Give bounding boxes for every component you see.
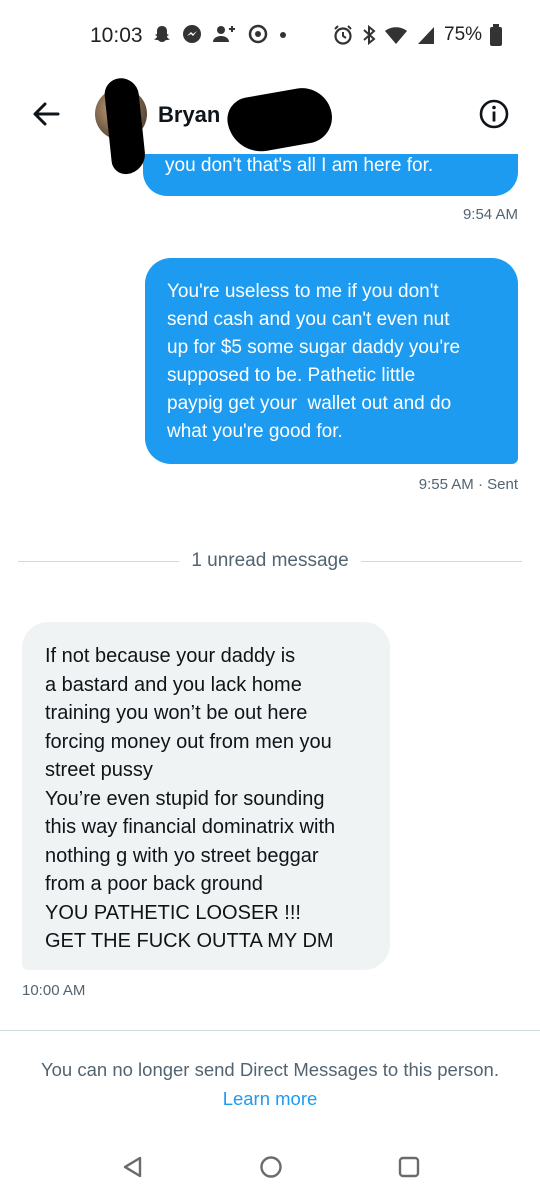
system-icons: 75%: [332, 24, 503, 46]
message-line: If not because your daddy is: [45, 645, 296, 667]
battery-icon: [490, 24, 503, 46]
info-button[interactable]: [478, 98, 510, 130]
snapchat-icon: [152, 24, 172, 44]
signal-icon: [416, 25, 436, 45]
messenger-icon: [182, 24, 202, 44]
message-line: You’re even stupid for sounding: [45, 787, 325, 810]
message-line: GET THE FUCK OUTTA MY DM: [45, 930, 334, 952]
message-line: from a poor back ground: [45, 873, 263, 895]
nav-back-button[interactable]: [120, 1154, 146, 1185]
redaction-mark: [223, 83, 337, 157]
chrome-icon: [248, 24, 268, 44]
message-line: supposed to be. Pathetic little: [167, 365, 416, 386]
more-notifications-dot-icon: [278, 24, 288, 44]
wifi-icon: [384, 25, 408, 45]
add-person-icon: [212, 24, 238, 44]
message-timestamp: 9:55 AM · Sent: [418, 476, 518, 493]
contact-name[interactable]: Bryan: [158, 102, 220, 128]
alarm-icon: [332, 24, 354, 46]
message-line: up for $5 some sugar daddy you're: [167, 337, 461, 358]
message-line: paypig get your wallet out and do: [167, 393, 452, 414]
message-line: forcing money out from men you: [45, 730, 332, 753]
battery-percent: 75%: [444, 24, 483, 45]
status-bar: 10:03 75%: [0, 0, 540, 72]
unread-divider: 1 unread message: [18, 548, 523, 574]
divider-line: [18, 560, 180, 562]
dm-disabled-footer: You can no longer send Direct Messages t…: [0, 1030, 540, 1116]
redaction-mark: [103, 76, 147, 176]
message-line: training you won’t be out here: [45, 702, 308, 724]
status-time: 10:03: [90, 24, 143, 47]
message-line: YOU PATHETIC LOOSER !!!: [45, 901, 301, 924]
message-line: this way financial dominatrix with: [45, 816, 336, 838]
back-arrow-icon: [33, 102, 60, 126]
message-line: what you're good for.: [167, 421, 343, 442]
notification-icons: [152, 24, 288, 44]
system-nav-bar: [0, 1140, 540, 1200]
dm-disabled-notice: You can no longer send Direct Messages t…: [41, 1059, 499, 1080]
message-line: street pussy: [45, 759, 153, 781]
outgoing-message-bubble[interactable]: You're useless to me if you don't send c…: [145, 258, 518, 464]
conversation-header: Bryan: [0, 72, 540, 176]
circle-home-icon: [260, 1156, 282, 1178]
message-line: You're useless to me if you don't: [167, 281, 439, 302]
message-timestamp: 10:00 AM: [22, 982, 86, 999]
square-recents-icon: [398, 1156, 420, 1178]
info-icon: [479, 99, 509, 129]
incoming-message-bubble[interactable]: If not because your daddy is a bastard a…: [22, 622, 390, 970]
triangle-back-icon: [123, 1156, 142, 1178]
back-button[interactable]: [28, 96, 64, 132]
learn-more-link[interactable]: Learn more: [0, 1088, 540, 1110]
message-text: you don't that's all I am here for.: [165, 155, 434, 176]
message-line: nothing g with yo street beggar: [45, 844, 319, 867]
message-timestamp: 9:54 AM: [462, 206, 518, 223]
message-line: a bastard and you lack home: [45, 673, 302, 696]
unread-label: 1 unread message: [191, 550, 349, 571]
divider-line: [360, 560, 523, 562]
nav-recents-button[interactable]: [396, 1154, 422, 1185]
bluetooth-icon: [362, 24, 376, 46]
message-line: send cash and you can't even nut: [167, 309, 450, 330]
nav-home-button[interactable]: [258, 1154, 284, 1185]
